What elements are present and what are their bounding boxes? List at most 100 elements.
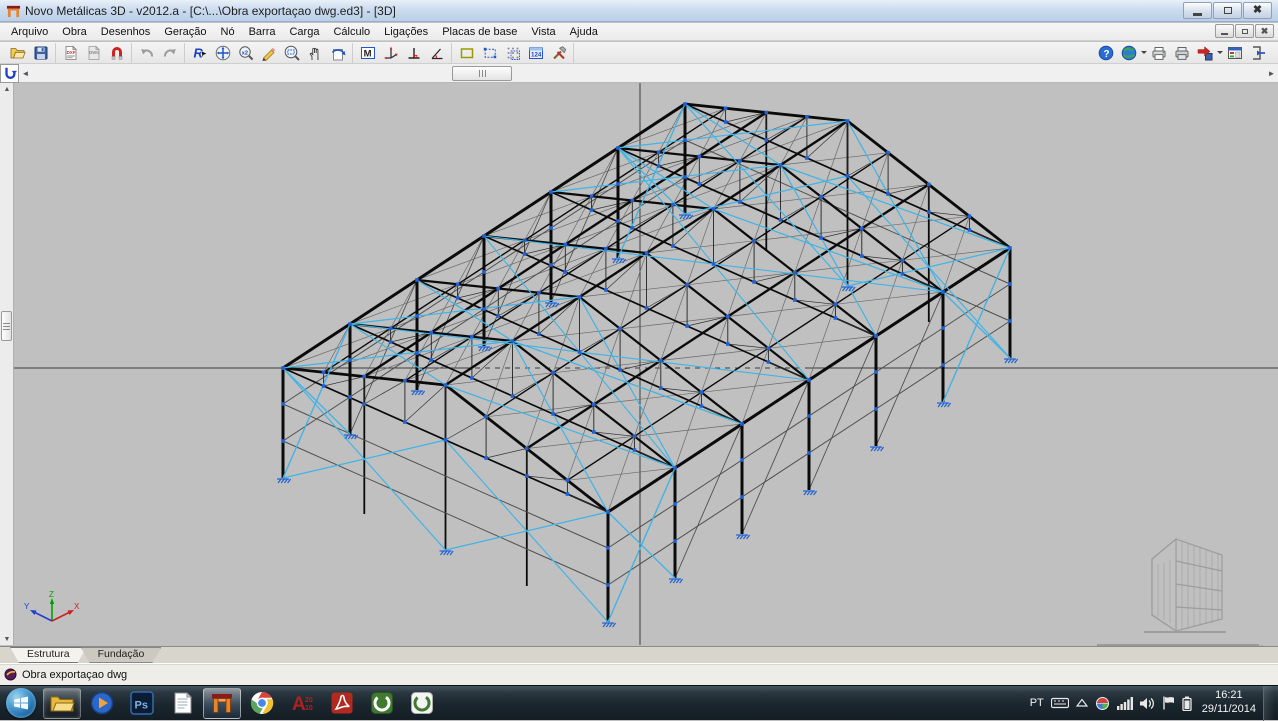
taskbar-app-windows-explorer[interactable]	[43, 688, 81, 719]
toolbar-button-zoom-previous[interactable]: x2	[234, 43, 257, 63]
start-button[interactable]	[0, 686, 42, 721]
taskbar-app-autocad[interactable]: A2010	[283, 688, 321, 719]
language-indicator[interactable]: PT	[1030, 697, 1044, 709]
menu-item-ligacoes[interactable]: Ligações	[377, 24, 435, 40]
menu-item-arquivo[interactable]: Arquivo	[4, 24, 55, 40]
open-icon	[10, 45, 26, 61]
toolbar-button-grid-snap[interactable]	[501, 43, 524, 63]
toolbar-button-pan[interactable]	[303, 43, 326, 63]
vertical-rotate-scrollbar[interactable]: ▲ ▼	[0, 83, 14, 645]
close-button[interactable]: ✖	[1243, 2, 1272, 19]
menu-item-ajuda[interactable]: Ajuda	[563, 24, 605, 40]
toolbar-button-magnet-snap[interactable]	[105, 43, 128, 63]
mdi-minimize-button[interactable]	[1215, 24, 1234, 38]
drawing-area[interactable]: ESCOLA DE SOFTWARE® APRENDENDO NA PRÁTIC…	[14, 83, 1278, 645]
svg-text:Z: Z	[49, 590, 54, 599]
taskbar-app-photoshop[interactable]: Ps	[123, 688, 161, 719]
v-scroll-up-arrow-icon[interactable]: ▲	[0, 83, 14, 95]
minimize-button[interactable]	[1183, 2, 1212, 19]
rotate-view-icon	[330, 45, 346, 61]
h-scroll-thumb[interactable]	[452, 66, 512, 81]
zoom-window-icon	[284, 45, 300, 61]
clock[interactable]: 16:21 29/11/2014	[1202, 689, 1256, 717]
mdi-restore-button[interactable]	[1235, 24, 1254, 38]
menu-item-geracao[interactable]: Geração	[157, 24, 213, 40]
menu-item-barra[interactable]: Barra	[242, 24, 283, 40]
taskbar-app-adobe-reader[interactable]	[323, 688, 361, 719]
horizontal-rotate-scrollbar[interactable]: ◄ ►	[0, 64, 1278, 83]
photoshop-icon: Ps	[129, 690, 155, 716]
toolbar-button-print-preview[interactable]	[1170, 43, 1193, 63]
tab-estrutura[interactable]: Estrutura	[10, 647, 87, 663]
taskbar-app-chrome[interactable]	[243, 688, 281, 719]
toolbar-button-draw-rectangle[interactable]	[455, 43, 478, 63]
toolbar-button-export-dxf[interactable]: DXF	[59, 43, 82, 63]
h-scroll-left-arrow-icon[interactable]: ◄	[19, 65, 32, 82]
network-signal-icon[interactable]	[1117, 697, 1133, 710]
toolbar-button-export-drawing[interactable]	[1193, 43, 1216, 63]
statusbar: Obra exportaçao dwg	[0, 663, 1278, 685]
menu-item-vista[interactable]: Vista	[524, 24, 562, 40]
hidden-icons-chevron[interactable]	[1076, 699, 1088, 707]
svg-text:?: ?	[1103, 48, 1109, 59]
toolbar-button-exit[interactable]	[1246, 43, 1269, 63]
axis-triad: Z X Y	[22, 588, 82, 633]
toolbar-button-rotate-view[interactable]	[326, 43, 349, 63]
toolbar-button-selection-box[interactable]	[478, 43, 501, 63]
mdi-close-button[interactable]: ✖	[1255, 24, 1274, 38]
volume-icon[interactable]	[1140, 697, 1155, 710]
toolbar-button-redo[interactable]	[158, 43, 181, 63]
toolbar-button-window-layout[interactable]	[1223, 43, 1246, 63]
window-titlebar[interactable]: Novo Metálicas 3D - v2012.a - [C:\...\Ob…	[0, 0, 1278, 22]
h-scroll-right-arrow-icon[interactable]: ►	[1265, 65, 1278, 82]
toolbar-button-print[interactable]	[1147, 43, 1170, 63]
svg-text:x2: x2	[241, 50, 247, 56]
toolbar-button-find-element[interactable]: M	[356, 43, 379, 63]
taskbar-app-metalicas-3d[interactable]	[203, 688, 241, 719]
menu-item-no[interactable]: Nó	[214, 24, 242, 40]
taskbar-app-camtasia-studio[interactable]	[363, 688, 401, 719]
toolbar-button-perpendicular[interactable]	[402, 43, 425, 63]
toolbar-button-zoom-window[interactable]	[280, 43, 303, 63]
toolbar-button-language-world[interactable]	[1117, 43, 1140, 63]
keyboard-icon[interactable]	[1051, 697, 1069, 709]
battery-icon[interactable]	[1182, 696, 1192, 711]
undo-icon	[139, 45, 155, 61]
save-icon	[33, 45, 49, 61]
language-world-dropdown-arrow[interactable]	[1140, 43, 1147, 63]
action-center-flag-icon[interactable]	[1162, 696, 1175, 710]
windows-updates-icon[interactable]	[1095, 696, 1110, 711]
menu-item-desenhos[interactable]: Desenhos	[94, 24, 158, 40]
v-scroll-down-arrow-icon[interactable]: ▼	[0, 633, 14, 645]
toolbar-button-measure[interactable]	[257, 43, 280, 63]
toolbar-button-undo[interactable]	[135, 43, 158, 63]
toolbar-button-open[interactable]	[6, 43, 29, 63]
taskbar-app-notepad[interactable]	[163, 688, 201, 719]
restore-button[interactable]	[1213, 2, 1242, 19]
rotate-view-corner-button[interactable]	[0, 64, 19, 83]
export-drawing-dropdown-arrow[interactable]	[1216, 43, 1223, 63]
toolbar-button-save[interactable]	[29, 43, 52, 63]
menu-item-calculo[interactable]: Cálculo	[326, 24, 377, 40]
toolbar-button-dimension-angle[interactable]	[425, 43, 448, 63]
toolbar-button-export-dwg[interactable]: DWG	[82, 43, 105, 63]
structure-3d-wireframe[interactable]	[14, 83, 1278, 645]
toolbar-button-redraw[interactable]: R	[188, 43, 211, 63]
svg-text:A: A	[292, 694, 306, 715]
h-scroll-track[interactable]	[32, 65, 1265, 82]
toolbar-button-help[interactable]: ?	[1094, 43, 1117, 63]
menu-item-obra[interactable]: Obra	[55, 24, 93, 40]
windows-explorer-icon	[49, 690, 75, 716]
toolbar-button-display-numbers[interactable]: 124	[524, 43, 547, 63]
tab-fundacao[interactable]: Fundação	[81, 647, 162, 663]
toolbar-button-zoom-extents[interactable]	[211, 43, 234, 63]
menu-item-placas-de-base[interactable]: Placas de base	[435, 24, 524, 40]
toolbar-button-local-axes[interactable]	[379, 43, 402, 63]
taskbar-app-camtasia-recorder[interactable]	[403, 688, 441, 719]
menu-item-carga[interactable]: Carga	[282, 24, 326, 40]
taskbar-app-media-player[interactable]	[83, 688, 121, 719]
toolbar-button-project-tools[interactable]	[547, 43, 570, 63]
perpendicular-icon	[406, 45, 422, 61]
v-scroll-thumb[interactable]	[1, 311, 12, 341]
show-desktop-button[interactable]	[1263, 686, 1274, 721]
